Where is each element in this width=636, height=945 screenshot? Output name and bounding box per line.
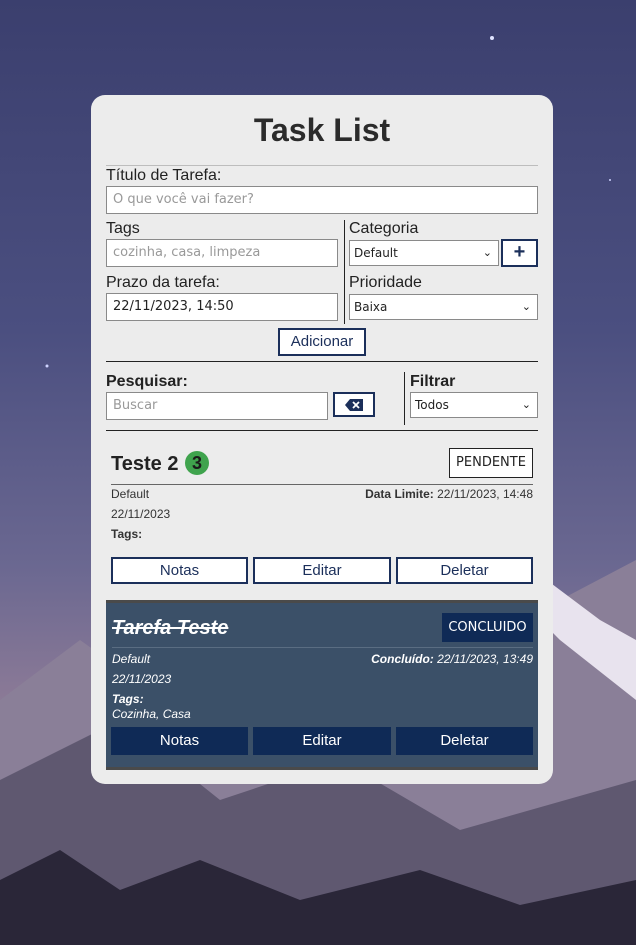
tags-label: Tags: [111, 527, 143, 541]
chevron-down-icon: ⌄ [521, 398, 531, 411]
search-label: Pesquisar: [106, 373, 188, 390]
category-select[interactable]: Default ⌄ [349, 240, 499, 266]
priority-value: Baixa [354, 300, 388, 314]
tags-input[interactable]: cozinha, casa, limpeza [106, 239, 338, 267]
notes-count-badge: 3 [185, 451, 209, 475]
task-completed-at: Concluído: 22/11/2023, 13:49 [371, 652, 533, 666]
divider [106, 430, 538, 431]
status-button[interactable]: PENDENTE [449, 448, 533, 478]
deadline-label: Prazo da tarefa: [106, 274, 220, 291]
filter-label: Filtrar [410, 373, 456, 390]
tags-label: Tags: [112, 692, 144, 706]
notes-button[interactable]: Notas [111, 557, 248, 584]
deadline-label: Data Limite: [365, 487, 434, 501]
task-date: 22/11/2023 [112, 672, 172, 686]
filter-select[interactable]: Todos ⌄ [410, 392, 538, 418]
completed-label: Concluído: [371, 652, 434, 666]
category-value: Default [354, 246, 398, 260]
chevron-down-icon: ⌄ [482, 246, 492, 259]
task-title: Tarefa Teste [112, 617, 229, 639]
task-category: Default [112, 652, 151, 666]
tags-value: Cozinha, Casa [112, 707, 191, 721]
backspace-icon [345, 399, 363, 411]
deadline-input[interactable]: 22/11/2023, 14:50 [106, 293, 338, 321]
search-divider [404, 372, 405, 425]
category-label: Categoria [349, 220, 419, 237]
task-title-label: Título de Tarefa: [106, 167, 222, 184]
task-card-pending: Teste 2 3 PENDENTE Default Data Limite: … [111, 448, 533, 585]
filter-value: Todos [415, 398, 449, 412]
add-category-button[interactable]: + [501, 239, 538, 267]
chevron-down-icon: ⌄ [521, 300, 531, 313]
edit-button[interactable]: Editar [253, 557, 391, 584]
task-category: Default [111, 487, 150, 501]
task-card-completed: Tarefa Teste CONCLUIDO Default Concluído… [106, 600, 538, 770]
page-title: Task List [253, 112, 391, 148]
edit-button[interactable]: Editar [253, 727, 391, 755]
completed-value: 22/11/2023, 13:49 [437, 652, 533, 666]
notes-button[interactable]: Notas [111, 727, 248, 755]
priority-select[interactable]: Baixa ⌄ [349, 294, 538, 320]
task-date: 22/11/2023 [111, 507, 171, 521]
task-deadline: Data Limite: 22/11/2023, 14:48 [365, 487, 533, 501]
tags-label: Tags [106, 220, 140, 237]
delete-button[interactable]: Deletar [396, 727, 533, 755]
clear-search-button[interactable] [333, 392, 375, 417]
task-list-card: Task List Título de Tarefa: O que você v… [91, 95, 553, 784]
priority-label: Prioridade [349, 274, 422, 291]
status-button[interactable]: CONCLUIDO [442, 613, 533, 642]
delete-button[interactable]: Deletar [396, 557, 533, 584]
search-input[interactable]: Buscar [106, 392, 328, 420]
deadline-value: 22/11/2023, 14:48 [437, 487, 533, 501]
task-title: Teste 2 [111, 453, 179, 475]
add-task-button[interactable]: Adicionar [278, 328, 366, 356]
task-title-input[interactable]: O que você vai fazer? [106, 186, 538, 214]
form-divider [344, 220, 345, 324]
